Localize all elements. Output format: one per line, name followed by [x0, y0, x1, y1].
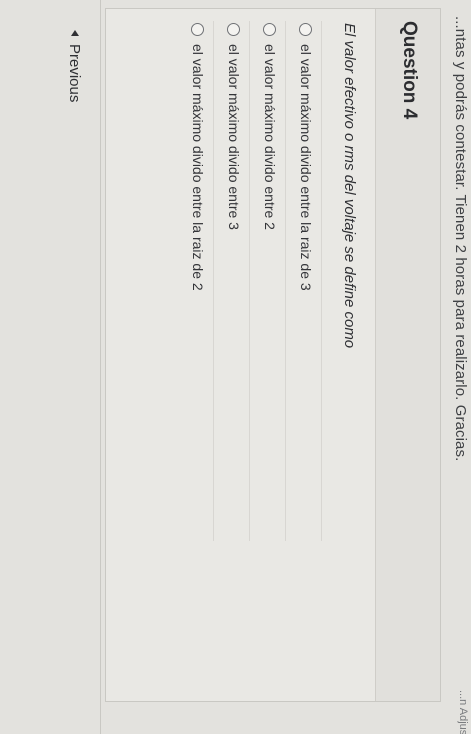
question-text: El valor efectivo o rms del voltaje se d…: [341, 23, 358, 349]
answer-label[interactable]: el valor máximo divido entre la raiz de …: [190, 44, 206, 291]
question-title: Question 4: [399, 21, 420, 120]
section-divider: [100, 0, 101, 734]
answer-option-2[interactable]: el valor máximo divido entre 2: [255, 21, 286, 541]
answer-label[interactable]: el valor máximo divido entre la raiz de …: [298, 44, 314, 291]
radio-button[interactable]: [191, 23, 205, 36]
radio-button[interactable]: [227, 23, 241, 36]
quiz-page: ...ntas y podrás contestar. Tienen 2 hor…: [0, 0, 471, 734]
radio-button[interactable]: [263, 23, 277, 36]
top-right-note: ...n Adjust Fra...: [457, 690, 469, 734]
radio-button[interactable]: [299, 23, 313, 36]
caret-left-icon: [71, 30, 79, 36]
answer-label[interactable]: el valor máximo divido entre 3: [226, 44, 242, 230]
answer-label[interactable]: el valor máximo divido entre 2: [262, 44, 278, 230]
previous-button[interactable]: Previous: [61, 30, 89, 102]
answer-option-4[interactable]: el valor máximo divido entre la raiz de …: [183, 21, 214, 541]
screen: ...ntas y podrás contestar. Tienen 2 hor…: [0, 0, 471, 734]
answer-option-3[interactable]: el valor máximo divido entre 3: [219, 21, 250, 541]
answer-option-1[interactable]: el valor máximo divido entre la raiz de …: [291, 21, 322, 541]
instructions-notice: ...ntas y podrás contestar. Tienen 2 hor…: [452, 16, 469, 462]
previous-label: Previous: [66, 44, 84, 103]
question-card: Question 4 El valor efectivo o rms del v…: [105, 8, 441, 702]
question-header: Question 4: [375, 9, 440, 701]
